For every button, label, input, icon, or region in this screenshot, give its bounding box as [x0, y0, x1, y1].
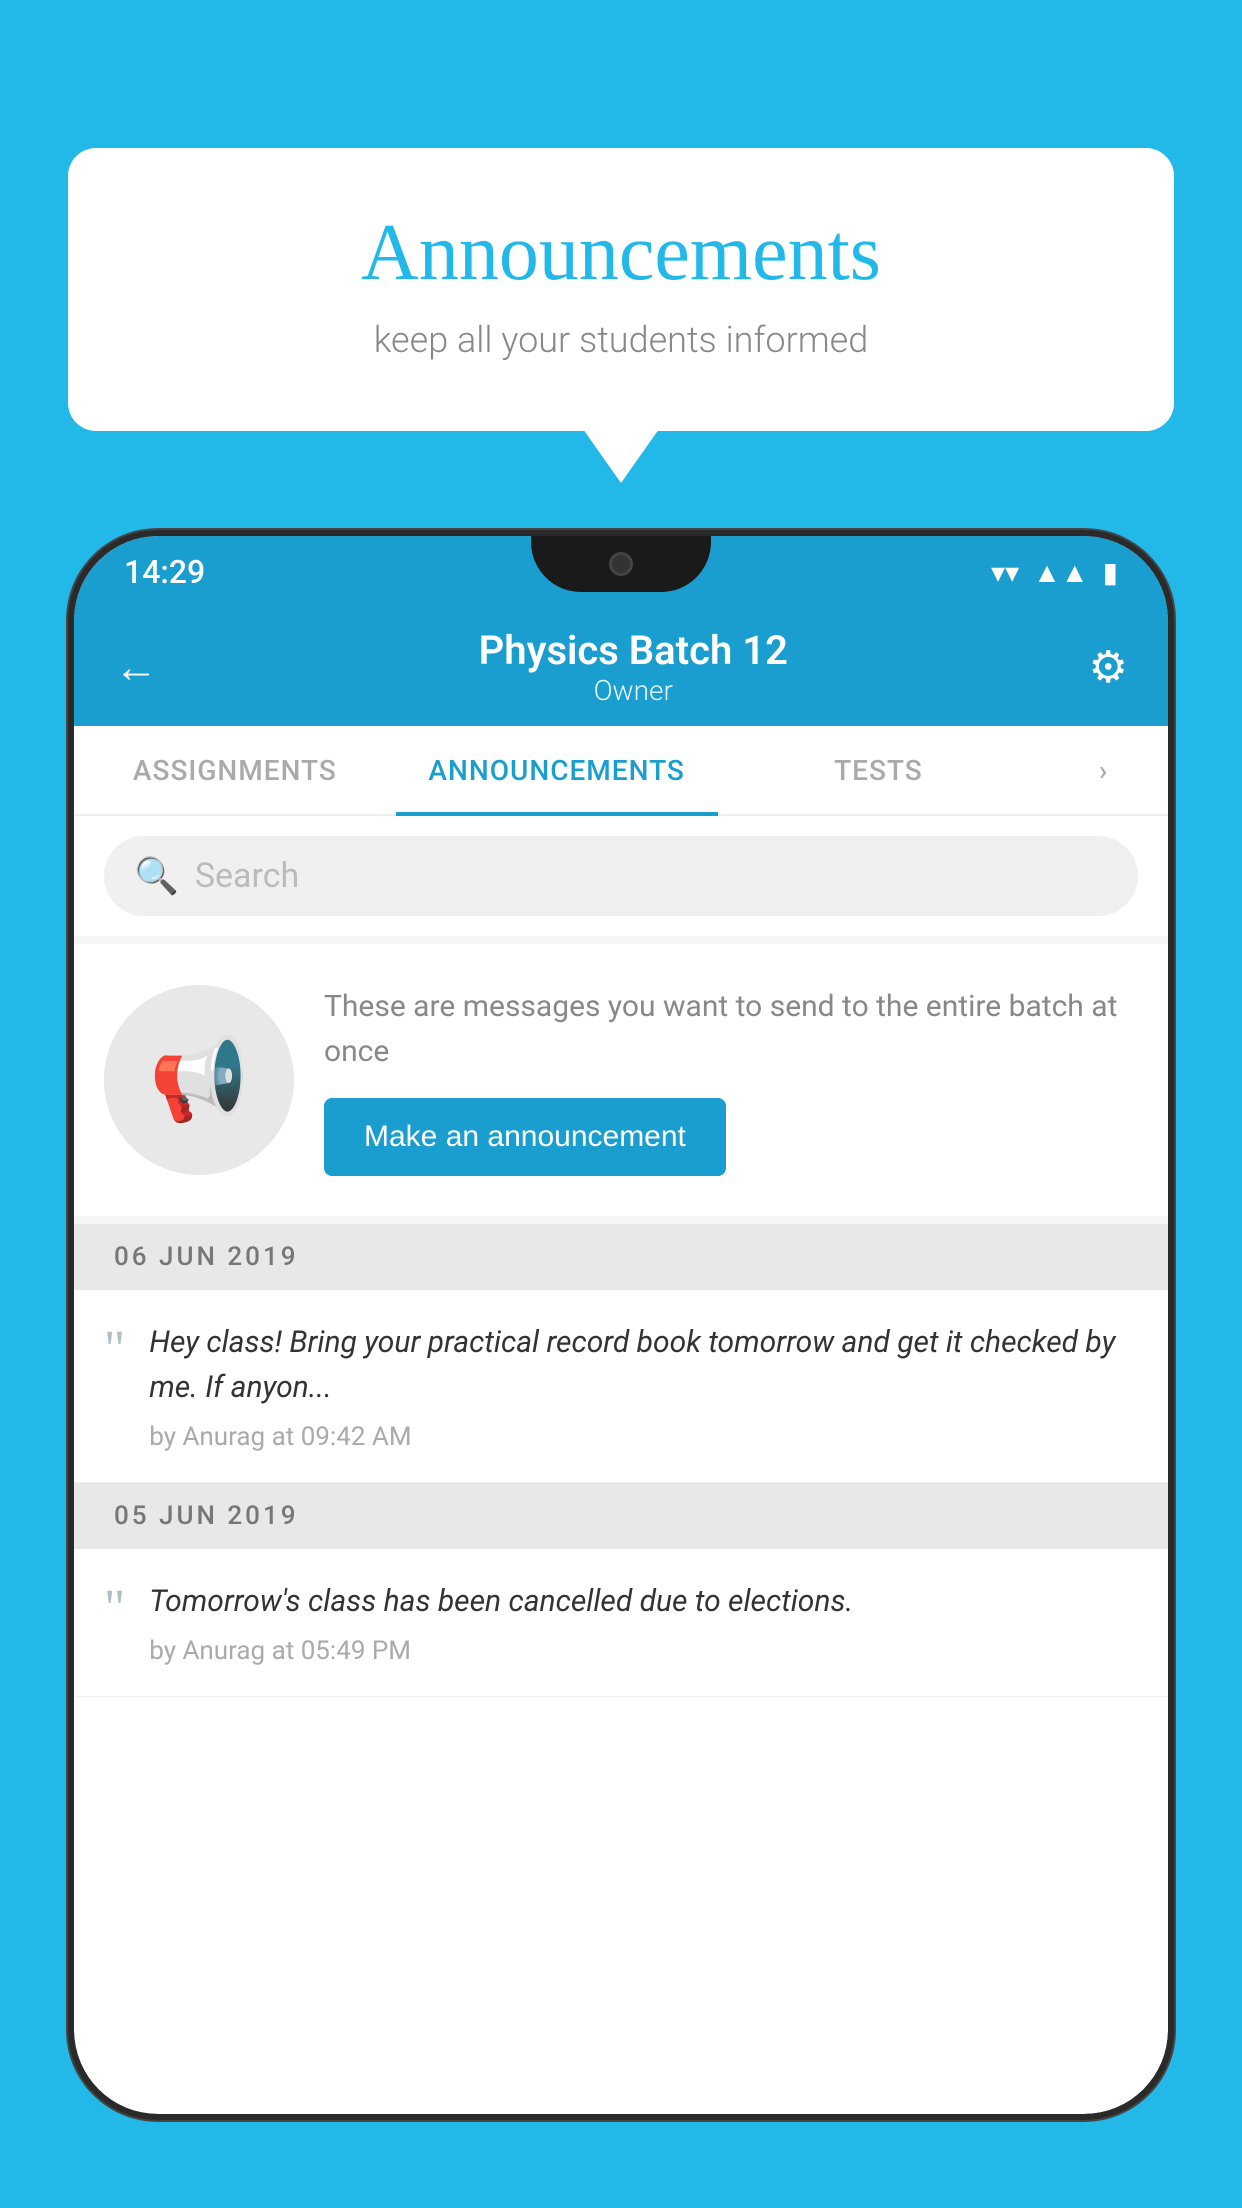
announcement-text-2: Tomorrow's class has been cancelled due … [149, 1579, 1138, 1624]
speech-bubble: Announcements keep all your students inf… [68, 148, 1174, 431]
app-bar-title-container: Physics Batch 12 Owner [178, 627, 1089, 707]
notch-camera [609, 552, 633, 576]
tab-bar: ASSIGNMENTS ANNOUNCEMENTS TESTS › [74, 726, 1168, 816]
phone-container: 14:29 ▾▾ ▲▲ ▮ ← Physics Batch 12 Owner ⚙… [68, 530, 1174, 2208]
announcement-content-2: Tomorrow's class has been cancelled due … [149, 1579, 1138, 1666]
back-button[interactable]: ← [114, 641, 158, 693]
announcement-prompt-right: These are messages you want to send to t… [324, 984, 1138, 1176]
make-announcement-button[interactable]: Make an announcement [324, 1098, 726, 1176]
speech-bubble-title: Announcements [148, 208, 1094, 299]
announcement-text-1: Hey class! Bring your practical record b… [149, 1320, 1138, 1410]
phone: 14:29 ▾▾ ▲▲ ▮ ← Physics Batch 12 Owner ⚙… [68, 530, 1174, 2120]
date-label-2: 05 JUN 2019 [114, 1501, 299, 1531]
announcement-prompt-card: 📢 These are messages you want to send to… [74, 944, 1168, 1216]
date-separator-2: 05 JUN 2019 [74, 1483, 1168, 1549]
settings-icon[interactable]: ⚙ [1089, 641, 1128, 693]
status-bar-icons: ▾▾ ▲▲ ▮ [991, 556, 1118, 589]
announcement-description: These are messages you want to send to t… [324, 984, 1138, 1074]
wifi-icon: ▾▾ [991, 556, 1019, 589]
megaphone-icon: 📢 [149, 1033, 249, 1127]
signal-icon: ▲▲ [1033, 556, 1088, 589]
app-bar-subtitle: Owner [178, 674, 1089, 707]
tab-more[interactable]: › [1039, 726, 1168, 814]
quote-icon-2: " [104, 1583, 125, 1635]
status-bar-time: 14:29 [124, 553, 205, 591]
announcement-icon-circle: 📢 [104, 985, 294, 1175]
announcement-meta-2: by Anurag at 05:49 PM [149, 1636, 1138, 1666]
announcement-meta-1: by Anurag at 09:42 AM [149, 1422, 1138, 1452]
date-label-1: 06 JUN 2019 [114, 1242, 299, 1272]
search-placeholder: Search [195, 856, 299, 896]
status-bar: 14:29 ▾▾ ▲▲ ▮ [74, 536, 1168, 608]
announcement-item-2[interactable]: " Tomorrow's class has been cancelled du… [74, 1549, 1168, 1697]
announcement-content-1: Hey class! Bring your practical record b… [149, 1320, 1138, 1452]
tab-tests[interactable]: TESTS [718, 726, 1040, 814]
phone-screen: 14:29 ▾▾ ▲▲ ▮ ← Physics Batch 12 Owner ⚙… [74, 536, 1168, 2114]
speech-bubble-container: Announcements keep all your students inf… [68, 148, 1174, 431]
tab-announcements[interactable]: ANNOUNCEMENTS [396, 726, 718, 814]
search-container: 🔍 Search [74, 816, 1168, 936]
battery-icon: ▮ [1103, 556, 1118, 589]
search-bar[interactable]: 🔍 Search [104, 836, 1138, 916]
date-separator-1: 06 JUN 2019 [74, 1224, 1168, 1290]
notch [531, 536, 711, 592]
speech-bubble-subtitle: keep all your students informed [148, 319, 1094, 361]
app-bar-title: Physics Batch 12 [178, 627, 1089, 674]
announcement-item-1[interactable]: " Hey class! Bring your practical record… [74, 1290, 1168, 1483]
tab-assignments[interactable]: ASSIGNMENTS [74, 726, 396, 814]
quote-icon-1: " [104, 1324, 125, 1376]
app-bar: ← Physics Batch 12 Owner ⚙ [74, 608, 1168, 726]
content-area: 🔍 Search 📢 These are messages you want t… [74, 816, 1168, 1697]
search-icon: 🔍 [134, 855, 179, 897]
